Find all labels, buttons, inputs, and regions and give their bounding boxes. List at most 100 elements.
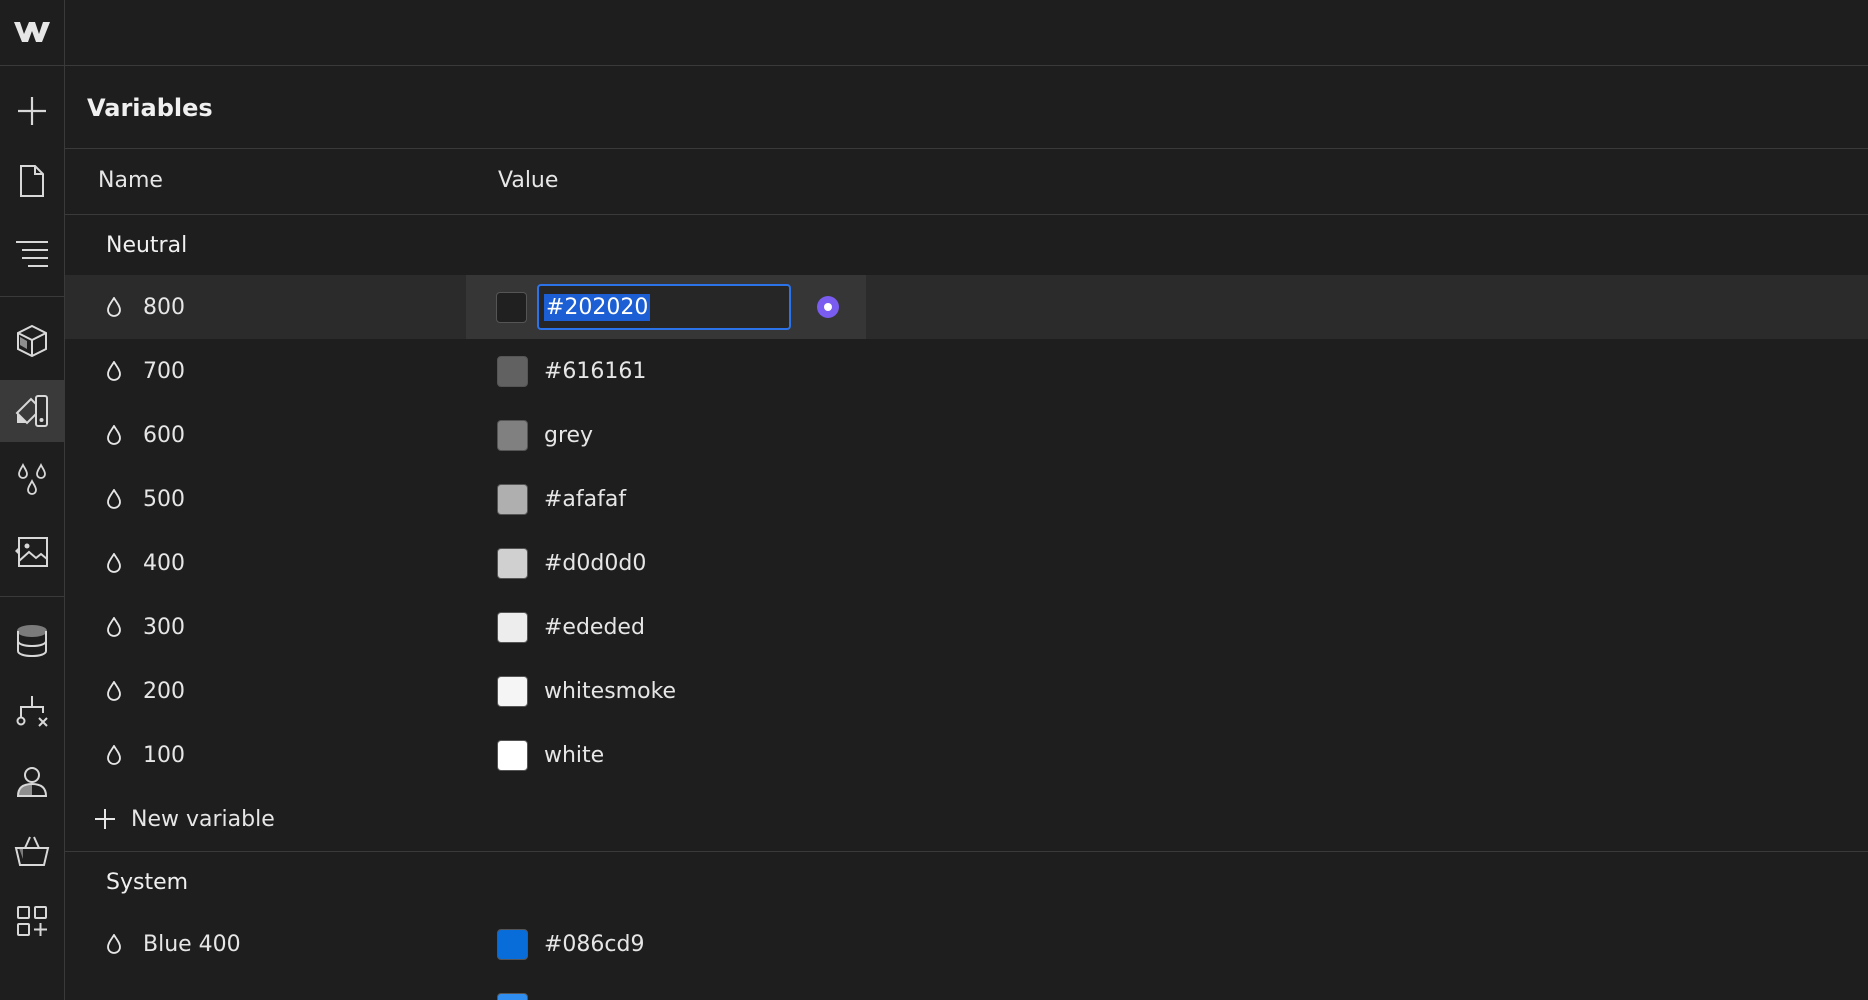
variables-panel: Variables Name Value Neutral 800 #202020 (65, 67, 1868, 1000)
top-bar (65, 0, 1868, 66)
new-variable-label: New variable (131, 806, 275, 832)
variable-name: 800 (143, 294, 185, 320)
style-selector-icon (15, 395, 48, 427)
variable-value-cell[interactable]: whitesmoke (467, 659, 867, 723)
color-swatch[interactable] (497, 355, 528, 387)
style-selectors-button[interactable] (0, 380, 64, 442)
color-drop-icon (107, 425, 121, 445)
variable-binding-dot[interactable] (817, 296, 839, 318)
column-value-header: Value (498, 168, 559, 193)
components-button[interactable] (0, 310, 64, 372)
color-drop-icon (107, 553, 121, 573)
variable-value[interactable]: #ededed (544, 615, 645, 640)
variable-row[interactable]: 100 white (65, 723, 1868, 787)
variables-button[interactable] (0, 450, 64, 512)
group-title[interactable]: Neutral (65, 215, 1868, 275)
selected-value-text[interactable]: #202020 (544, 293, 651, 321)
variable-value-cell[interactable]: #d0d0d0 (467, 531, 867, 595)
variable-name-cell[interactable]: 600 (105, 403, 185, 467)
variable-value[interactable]: #d0d0d0 (544, 551, 646, 576)
variables-icon (18, 463, 46, 495)
variable-value[interactable]: #afafaf (544, 487, 626, 512)
variable-row[interactable]: 500 #afafaf (65, 467, 1868, 531)
variable-row-partial[interactable] (65, 976, 1868, 1000)
color-swatch[interactable] (497, 547, 528, 579)
color-swatch[interactable] (497, 928, 528, 960)
rail-divider (0, 596, 65, 597)
group-title[interactable]: System (65, 852, 1868, 912)
variable-name-cell[interactable]: 100 (105, 723, 185, 787)
variable-row[interactable]: 600 grey (65, 403, 1868, 467)
variable-group-system: System Blue 400 #086cd9 (65, 852, 1868, 1000)
variable-value-cell[interactable]: #616161 (467, 339, 867, 403)
color-drop-icon (107, 934, 121, 954)
color-drop-icon (107, 361, 121, 381)
pages-button[interactable] (0, 150, 64, 212)
variable-value[interactable]: whitesmoke (544, 679, 676, 704)
color-drop-icon (107, 617, 121, 637)
color-drop-icon (107, 297, 121, 317)
cms-button[interactable] (0, 610, 64, 672)
variable-value-cell[interactable]: #086cd9 (467, 912, 867, 976)
ecommerce-icon (14, 836, 50, 866)
variable-row[interactable]: Blue 400 #086cd9 (65, 912, 1868, 976)
variable-row[interactable]: 200 whitesmoke (65, 659, 1868, 723)
variable-row[interactable]: 800 #202020 (65, 275, 1868, 339)
users-button[interactable] (0, 750, 64, 812)
variable-name-cell[interactable]: 300 (105, 595, 185, 659)
variable-value-cell[interactable]: white (467, 723, 867, 787)
variable-value-cell[interactable]: #ededed (467, 595, 867, 659)
variable-name-cell[interactable]: 400 (105, 531, 185, 595)
add-panel-button[interactable] (0, 80, 64, 142)
column-header: Name Value (65, 149, 1868, 215)
users-icon (16, 767, 48, 797)
assets-icon (15, 537, 48, 567)
color-swatch[interactable] (497, 483, 528, 515)
color-swatch[interactable] (497, 675, 528, 707)
variable-value-cell[interactable]: grey (467, 403, 867, 467)
column-name-header: Name (98, 168, 163, 193)
variable-name-cell[interactable]: Blue 400 (105, 912, 241, 976)
ecommerce-button[interactable] (0, 820, 64, 882)
variable-value[interactable]: #086cd9 (544, 932, 644, 957)
color-swatch[interactable] (496, 291, 527, 323)
variable-name: 200 (143, 678, 185, 704)
color-swatch[interactable] (497, 611, 528, 643)
variable-value-cell[interactable]: #202020 (466, 275, 866, 339)
logic-icon (16, 696, 48, 727)
panel-title: Variables (87, 93, 213, 122)
variable-group-neutral: Neutral 800 #202020 700 #616161 600 grey… (65, 215, 1868, 851)
color-swatch[interactable] (497, 739, 528, 771)
color-drop-icon (107, 681, 121, 701)
logic-button[interactable] (0, 680, 64, 742)
variable-name-cell[interactable]: 200 (105, 659, 185, 723)
variable-value[interactable]: grey (544, 423, 593, 448)
new-variable-button[interactable]: New variable (65, 787, 1868, 851)
webflow-logo-icon[interactable] (12, 18, 52, 46)
variable-name: 600 (143, 422, 185, 448)
variable-name-cell[interactable]: 800 (105, 275, 185, 339)
apps-icon (17, 906, 47, 936)
plus-icon (95, 809, 115, 829)
assets-button[interactable] (0, 520, 64, 582)
variable-value[interactable]: white (544, 743, 604, 768)
variable-name: 300 (143, 614, 185, 640)
variable-value-input[interactable]: #202020 (537, 284, 791, 330)
variable-value-cell[interactable]: #afafaf (467, 467, 867, 531)
variable-value-cell[interactable] (467, 976, 867, 1000)
logo-area (0, 0, 65, 66)
variable-name-cell[interactable]: 700 (105, 339, 185, 403)
navigator-button[interactable] (0, 220, 64, 282)
variable-row[interactable]: 700 #616161 (65, 339, 1868, 403)
variable-row[interactable]: 300 #ededed (65, 595, 1868, 659)
color-swatch[interactable] (497, 419, 528, 451)
variable-name: Blue 400 (143, 931, 241, 957)
apps-button[interactable] (0, 890, 64, 952)
variable-value[interactable]: #616161 (544, 359, 646, 384)
left-toolbar (0, 0, 65, 1000)
color-swatch[interactable] (497, 992, 528, 1000)
designer-app: Variables Name Value Neutral 800 #202020 (0, 0, 1868, 1000)
cms-icon (17, 625, 47, 658)
variable-row[interactable]: 400 #d0d0d0 (65, 531, 1868, 595)
variable-name-cell[interactable]: 500 (105, 467, 185, 531)
